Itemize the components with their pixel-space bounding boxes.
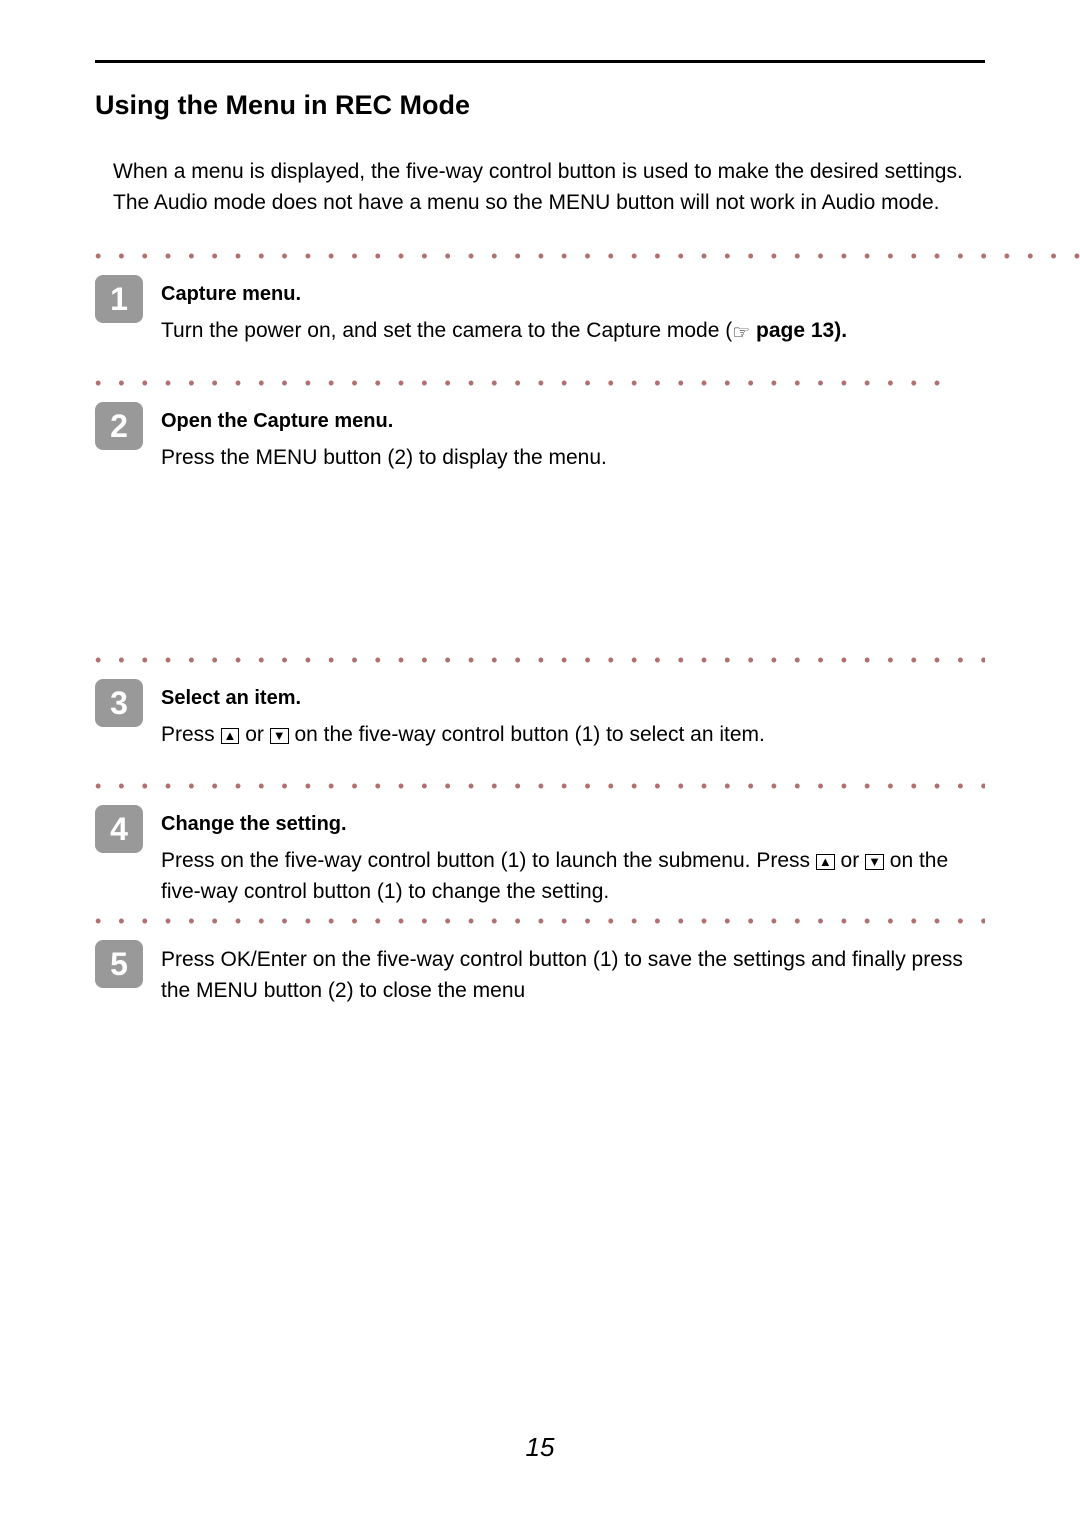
step-heading: Select an item. bbox=[161, 683, 985, 713]
step-body: Capture menu. Turn the power on, and set… bbox=[161, 275, 1080, 348]
dotted-divider: • • • • • • • • • • • • • • • • • • • • … bbox=[95, 251, 1080, 269]
page-reference: page 13). bbox=[750, 319, 847, 342]
step-number-badge: 2 bbox=[95, 402, 143, 450]
step-heading: Change the setting. bbox=[161, 809, 985, 839]
steps-left-column: • • • • • • • • • • • • • • • • • • • • … bbox=[95, 251, 1080, 638]
section-title: Using the Menu in REC Mode bbox=[95, 85, 985, 126]
step-body: Open the Capture menu. Press the MENU bu… bbox=[161, 402, 1080, 474]
dotted-divider: • • • • • • • • • • • • • • • • • • • • … bbox=[95, 781, 985, 799]
step-heading: Open the Capture menu. bbox=[161, 406, 1080, 436]
step-number-badge: 5 bbox=[95, 940, 143, 988]
step-body: Change the setting. Press on the five-wa… bbox=[161, 805, 985, 908]
page-content: Using the Menu in REC Mode When a menu i… bbox=[0, 0, 1080, 1007]
steps-1-2-row: • • • • • • • • • • • • • • • • • • • • … bbox=[95, 251, 985, 638]
step-heading: Capture menu. bbox=[161, 279, 1080, 309]
page-number: 15 bbox=[0, 1428, 1080, 1467]
step-text: Press ▲ or ▼ on the five-way control but… bbox=[161, 723, 765, 746]
dotted-divider: • • • • • • • • • • • • • • • • • • • • … bbox=[95, 655, 985, 673]
step-text: Turn the power on, and set the camera to… bbox=[161, 319, 732, 342]
dotted-divider: • • • • • • • • • • • • • • • • • • • • … bbox=[95, 916, 985, 934]
step-body: Press OK/Enter on the five-way control b… bbox=[161, 940, 985, 1007]
intro-paragraph: When a menu is displayed, the five-way c… bbox=[113, 156, 985, 219]
top-rule bbox=[95, 60, 985, 63]
step-3: 3 Select an item. Press ▲ or ▼ on the fi… bbox=[95, 679, 985, 751]
step-number-badge: 4 bbox=[95, 805, 143, 853]
step-number-badge: 1 bbox=[95, 275, 143, 323]
pointing-hand-icon: ☞ bbox=[732, 322, 750, 344]
step-number-badge: 3 bbox=[95, 679, 143, 727]
down-triangle-icon: ▼ bbox=[865, 854, 884, 870]
dotted-divider: • • • • • • • • • • • • • • • • • • • • … bbox=[95, 378, 1080, 396]
down-triangle-icon: ▼ bbox=[270, 728, 289, 744]
step-text: Press OK/Enter on the five-way control b… bbox=[161, 948, 963, 1003]
step-5: 5 Press OK/Enter on the five-way control… bbox=[95, 940, 985, 1007]
up-triangle-icon: ▲ bbox=[221, 728, 240, 744]
step-2: 2 Open the Capture menu. Press the MENU … bbox=[95, 402, 1080, 474]
step-body: Select an item. Press ▲ or ▼ on the five… bbox=[161, 679, 985, 751]
step-4: 4 Change the setting. Press on the five-… bbox=[95, 805, 985, 908]
step-text: Press the MENU button (2) to display the… bbox=[161, 446, 607, 469]
up-triangle-icon: ▲ bbox=[816, 854, 835, 870]
step-1: 1 Capture menu. Turn the power on, and s… bbox=[95, 275, 1080, 348]
step-text: Press on the five-way control button (1)… bbox=[161, 849, 948, 904]
